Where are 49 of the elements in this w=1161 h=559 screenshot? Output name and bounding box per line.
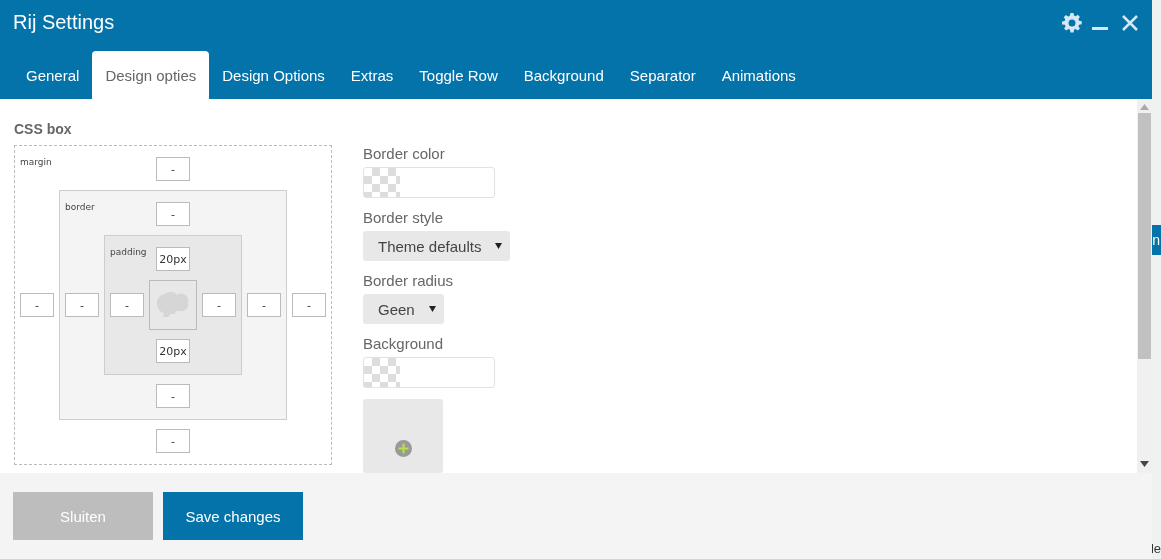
value-field[interactable]: - [110, 293, 144, 317]
section-title: CSS box [14, 121, 73, 137]
tab[interactable]: Background [510, 51, 617, 99]
value-field[interactable]: - [202, 293, 236, 317]
value-field[interactable]: 20px [156, 339, 190, 363]
value-field[interactable]: - [292, 293, 326, 317]
scroll-up-icon [1140, 104, 1149, 110]
field-label: Border color [363, 145, 446, 162]
save-button[interactable]: Save changes [163, 492, 303, 540]
upload-button[interactable] [363, 399, 443, 473]
background-button[interactable]: n [1152, 225, 1161, 255]
value-field[interactable]: - [156, 202, 190, 226]
tab[interactable]: Design Options [209, 51, 338, 99]
value-field[interactable]: 20px [156, 247, 190, 271]
minimize-icon [1092, 27, 1108, 30]
select-field[interactable]: Geen [363, 294, 444, 325]
settings-button[interactable] [1062, 12, 1082, 33]
scroll-down-icon [1140, 461, 1149, 467]
color-field[interactable] [363, 167, 495, 199]
caret-icon [495, 243, 503, 250]
tab[interactable]: Design opties [92, 51, 210, 99]
value-field[interactable]: - [65, 293, 99, 317]
color-field[interactable] [363, 357, 495, 389]
value-field[interactable]: - [20, 293, 54, 317]
background-text: le [1152, 541, 1161, 556]
value-field[interactable]: - [247, 293, 281, 317]
box-label: border [65, 202, 96, 212]
field-label: Border style [363, 209, 445, 227]
caret-icon [428, 306, 436, 313]
box-label: padding [110, 247, 144, 257]
scroll-thumb[interactable] [1138, 113, 1151, 359]
tab[interactable]: Toggle Row [406, 51, 511, 99]
tab[interactable]: Separator [616, 51, 709, 99]
box-label: margin [20, 157, 53, 167]
close-button[interactable] [1122, 14, 1138, 31]
window-title: Rij Settings [13, 11, 116, 34]
field-label: Border radius [363, 272, 455, 290]
close-icon [1122, 14, 1138, 31]
select-field[interactable]: Theme defaults [363, 231, 511, 262]
add-icon [394, 440, 412, 458]
field-label: Background [363, 335, 445, 353]
value-field[interactable]: - [156, 384, 190, 408]
tab[interactable]: Animations [708, 51, 809, 99]
value-field[interactable]: - [156, 157, 190, 181]
tab[interactable]: General [13, 51, 93, 99]
scrollbar[interactable] [1137, 99, 1152, 473]
settings-icon [1062, 12, 1082, 33]
tab[interactable]: Extras [337, 51, 407, 99]
value-field[interactable]: - [156, 429, 190, 453]
